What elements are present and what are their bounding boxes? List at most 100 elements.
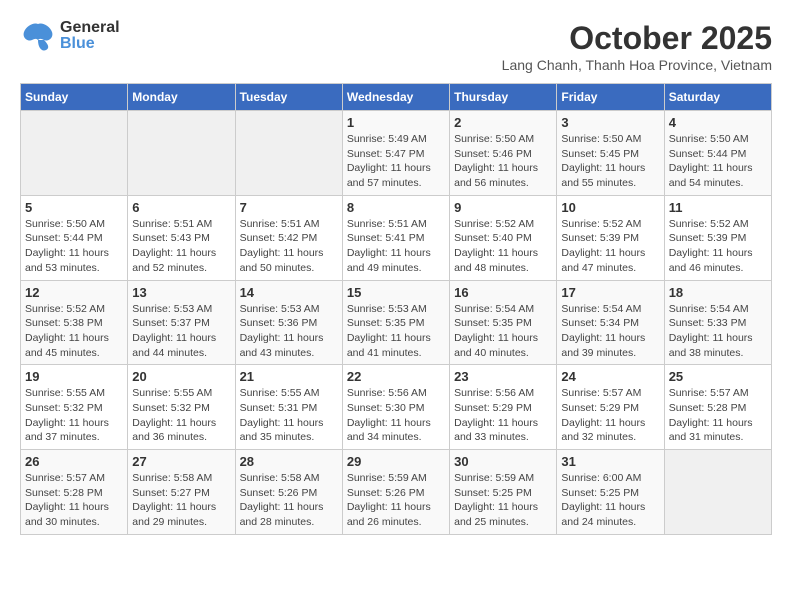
calendar-cell: 28 Sunrise: 5:58 AM Sunset: 5:26 PM Dayli… (235, 450, 342, 535)
day-number: 21 (240, 369, 338, 384)
day-number: 4 (669, 115, 767, 130)
calendar-cell: 30Sunrise: 5:59 AM Sunset: 5:25 PM Dayli… (450, 450, 557, 535)
calendar-cell (128, 111, 235, 196)
day-number: 6 (132, 200, 230, 215)
day-number: 13 (132, 285, 230, 300)
day-number: 5 (25, 200, 123, 215)
day-info: Sunrise: 5:50 AM Sunset: 5:45 PM Dayligh… (561, 132, 659, 191)
header-wednesday: Wednesday (342, 84, 449, 111)
day-number: 7 (240, 200, 338, 215)
logo-icon (20, 20, 56, 52)
calendar-cell: 5 Sunrise: 5:50 AM Sunset: 5:44 PM Daylig… (21, 195, 128, 280)
day-info: Sunrise: 5:55 AM Sunset: 5:31 PM Dayligh… (240, 386, 338, 445)
day-number: 24 (561, 369, 659, 384)
day-number: 10 (561, 200, 659, 215)
day-info: Sunrise: 5:51 AM Sunset: 5:43 PM Dayligh… (132, 217, 230, 276)
day-number: 18 (669, 285, 767, 300)
calendar-cell: 19Sunrise: 5:55 AM Sunset: 5:32 PM Dayli… (21, 365, 128, 450)
day-info: Sunrise: 5:57 AM Sunset: 5:28 PM Dayligh… (669, 386, 767, 445)
calendar-cell: 6 Sunrise: 5:51 AM Sunset: 5:43 PM Daylig… (128, 195, 235, 280)
calendar-week-2: 5 Sunrise: 5:50 AM Sunset: 5:44 PM Daylig… (21, 195, 772, 280)
day-info: Sunrise: 5:52 AM Sunset: 5:38 PM Dayligh… (25, 302, 123, 361)
day-number: 8 (347, 200, 445, 215)
day-info: Sunrise: 5:58 AM Sunset: 5:26 PM Dayligh… (240, 471, 338, 530)
logo-text: General Blue (60, 20, 120, 52)
page-header: General Blue October 2025 Lang Chanh, Th… (20, 20, 772, 73)
calendar-cell: 21 Sunrise: 5:55 AM Sunset: 5:31 PM Dayli… (235, 365, 342, 450)
day-info: Sunrise: 5:50 AM Sunset: 5:44 PM Dayligh… (669, 132, 767, 191)
day-number: 28 (240, 454, 338, 469)
month-title: October 2025 (502, 20, 772, 57)
calendar-cell: 3 Sunrise: 5:50 AM Sunset: 5:45 PM Daylig… (557, 111, 664, 196)
day-number: 17 (561, 285, 659, 300)
day-info: Sunrise: 5:58 AM Sunset: 5:27 PM Dayligh… (132, 471, 230, 530)
calendar-cell: 7 Sunrise: 5:51 AM Sunset: 5:42 PM Daylig… (235, 195, 342, 280)
day-number: 29 (347, 454, 445, 469)
day-info: Sunrise: 5:52 AM Sunset: 5:39 PM Dayligh… (561, 217, 659, 276)
calendar-cell: 9 Sunrise: 5:52 AM Sunset: 5:40 PM Daylig… (450, 195, 557, 280)
calendar-cell (235, 111, 342, 196)
title-block: October 2025 Lang Chanh, Thanh Hoa Provi… (502, 20, 772, 73)
day-number: 26 (25, 454, 123, 469)
calendar-cell: 20Sunrise: 5:55 AM Sunset: 5:32 PM Dayli… (128, 365, 235, 450)
day-number: 11 (669, 200, 767, 215)
calendar-cell: 27 Sunrise: 5:58 AM Sunset: 5:27 PM Dayli… (128, 450, 235, 535)
location-subtitle: Lang Chanh, Thanh Hoa Province, Vietnam (502, 57, 772, 73)
day-number: 12 (25, 285, 123, 300)
day-number: 2 (454, 115, 552, 130)
header-monday: Monday (128, 84, 235, 111)
day-info: Sunrise: 5:52 AM Sunset: 5:40 PM Dayligh… (454, 217, 552, 276)
day-info: Sunrise: 5:54 AM Sunset: 5:34 PM Dayligh… (561, 302, 659, 361)
day-info: Sunrise: 5:51 AM Sunset: 5:41 PM Dayligh… (347, 217, 445, 276)
day-info: Sunrise: 5:53 AM Sunset: 5:36 PM Dayligh… (240, 302, 338, 361)
calendar-cell: 8 Sunrise: 5:51 AM Sunset: 5:41 PM Daylig… (342, 195, 449, 280)
day-info: Sunrise: 5:55 AM Sunset: 5:32 PM Dayligh… (132, 386, 230, 445)
calendar-cell (21, 111, 128, 196)
calendar-cell: 10 Sunrise: 5:52 AM Sunset: 5:39 PM Dayli… (557, 195, 664, 280)
calendar-cell: 29 Sunrise: 5:59 AM Sunset: 5:26 PM Dayli… (342, 450, 449, 535)
calendar-cell: 2 Sunrise: 5:50 AM Sunset: 5:46 PM Daylig… (450, 111, 557, 196)
day-number: 31 (561, 454, 659, 469)
calendar-cell: 15Sunrise: 5:53 AM Sunset: 5:35 PM Dayli… (342, 280, 449, 365)
calendar-cell: 31 Sunrise: 6:00 AM Sunset: 5:25 PM Dayli… (557, 450, 664, 535)
day-number: 15 (347, 285, 445, 300)
logo-blue: Blue (60, 36, 120, 52)
day-info: Sunrise: 5:54 AM Sunset: 5:35 PM Dayligh… (454, 302, 552, 361)
header-friday: Friday (557, 84, 664, 111)
logo-general: General (60, 20, 120, 36)
day-info: Sunrise: 5:51 AM Sunset: 5:42 PM Dayligh… (240, 217, 338, 276)
day-info: Sunrise: 5:56 AM Sunset: 5:29 PM Dayligh… (454, 386, 552, 445)
day-info: Sunrise: 5:55 AM Sunset: 5:32 PM Dayligh… (25, 386, 123, 445)
day-info: Sunrise: 5:56 AM Sunset: 5:30 PM Dayligh… (347, 386, 445, 445)
calendar-week-3: 12 Sunrise: 5:52 AM Sunset: 5:38 PM Dayli… (21, 280, 772, 365)
calendar-cell: 11Sunrise: 5:52 AM Sunset: 5:39 PM Dayli… (664, 195, 771, 280)
day-info: Sunrise: 5:59 AM Sunset: 5:26 PM Dayligh… (347, 471, 445, 530)
day-info: Sunrise: 5:53 AM Sunset: 5:37 PM Dayligh… (132, 302, 230, 361)
day-number: 22 (347, 369, 445, 384)
calendar-cell: 18 Sunrise: 5:54 AM Sunset: 5:33 PM Dayli… (664, 280, 771, 365)
day-number: 16 (454, 285, 552, 300)
calendar-week-5: 26Sunrise: 5:57 AM Sunset: 5:28 PM Dayli… (21, 450, 772, 535)
header-tuesday: Tuesday (235, 84, 342, 111)
day-info: Sunrise: 5:54 AM Sunset: 5:33 PM Dayligh… (669, 302, 767, 361)
calendar-cell: 23Sunrise: 5:56 AM Sunset: 5:29 PM Dayli… (450, 365, 557, 450)
header-sunday: Sunday (21, 84, 128, 111)
day-number: 27 (132, 454, 230, 469)
calendar-cell: 13 Sunrise: 5:53 AM Sunset: 5:37 PM Dayli… (128, 280, 235, 365)
calendar-cell: 24Sunrise: 5:57 AM Sunset: 5:29 PM Dayli… (557, 365, 664, 450)
day-info: Sunrise: 5:49 AM Sunset: 5:47 PM Dayligh… (347, 132, 445, 191)
day-info: Sunrise: 5:50 AM Sunset: 5:44 PM Dayligh… (25, 217, 123, 276)
day-number: 30 (454, 454, 552, 469)
day-number: 3 (561, 115, 659, 130)
calendar-cell: 14Sunrise: 5:53 AM Sunset: 5:36 PM Dayli… (235, 280, 342, 365)
calendar-week-1: 1Sunrise: 5:49 AM Sunset: 5:47 PM Daylig… (21, 111, 772, 196)
calendar-cell: 26Sunrise: 5:57 AM Sunset: 5:28 PM Dayli… (21, 450, 128, 535)
header-saturday: Saturday (664, 84, 771, 111)
calendar-cell: 4 Sunrise: 5:50 AM Sunset: 5:44 PM Daylig… (664, 111, 771, 196)
day-info: Sunrise: 6:00 AM Sunset: 5:25 PM Dayligh… (561, 471, 659, 530)
logo: General Blue (20, 20, 120, 52)
day-number: 25 (669, 369, 767, 384)
day-info: Sunrise: 5:50 AM Sunset: 5:46 PM Dayligh… (454, 132, 552, 191)
calendar-cell: 1Sunrise: 5:49 AM Sunset: 5:47 PM Daylig… (342, 111, 449, 196)
day-number: 9 (454, 200, 552, 215)
